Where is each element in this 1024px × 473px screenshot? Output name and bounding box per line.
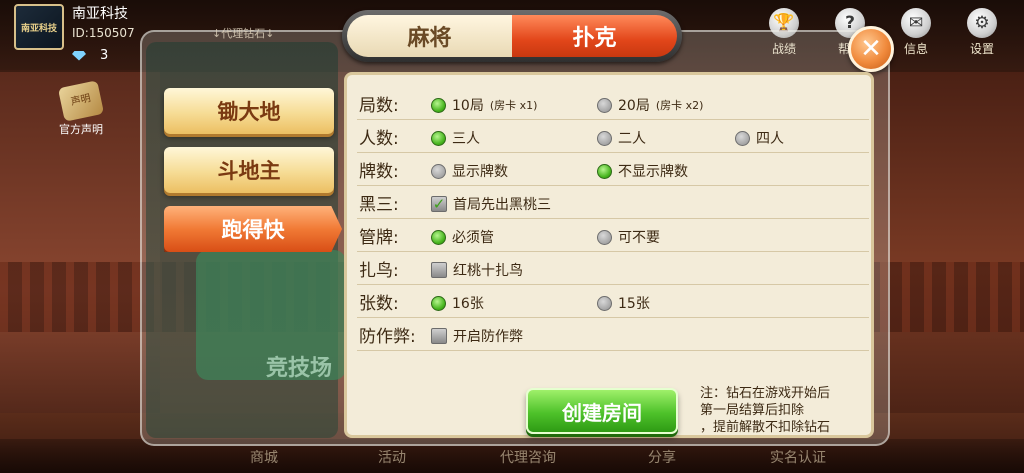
checkbox-empty[interactable] [431,328,447,344]
rounds-label: 局数: [359,96,399,116]
players-option-4[interactable]: 四人 [735,128,784,148]
hand-size-15[interactable]: 15张 [597,293,650,313]
rounds-option-10-note: (房卡 x1) [489,99,538,112]
black-three-option-label: 首局先出黑桃三 [453,197,551,213]
players-option-3-label: 三人 [452,131,480,147]
radio-selected[interactable] [597,163,612,179]
must-play-required[interactable]: 必须管 [431,227,494,247]
gear-icon: ⚙ [967,8,997,38]
black-three-checkbox[interactable]: ✓ 首局先出黑桃三 [431,194,551,214]
bird-option-label: 红桃十扎鸟 [453,263,523,279]
hand-size-16[interactable]: 16张 [431,293,484,313]
settings-button[interactable]: ⚙ 设置 [958,8,1006,57]
radio-unselected[interactable] [735,130,750,146]
anti-cheat-checkbox[interactable]: 开启防作弊 [431,326,523,346]
bird-checkbox[interactable]: 红桃十扎鸟 [431,260,523,280]
hand-size-label: 张数: [359,294,399,314]
user-name: 南亚科技 [72,6,128,22]
nav-shop[interactable]: 商城 [250,447,278,467]
players-option-2-label: 二人 [618,131,646,147]
nav-share[interactable]: 分享 [648,447,676,467]
message-label: 信息 [903,42,928,56]
scroll-icon: 声明 [57,80,105,122]
card-count-hide-label: 不显示牌数 [618,164,688,180]
radio-selected[interactable] [431,229,446,245]
must-play-label: 管牌: [359,228,399,248]
announcement-label: 官方声明 [59,123,103,136]
settings-row-card-count: 牌数: 显示牌数 不显示牌数 [357,153,869,186]
players-option-4-label: 四人 [756,131,784,147]
game-button-chudadi[interactable]: 锄大地 [164,88,334,134]
diamond-icon [72,50,86,61]
settings-row-anti-cheat: 防作弊: 开启防作弊 [357,318,869,351]
message-button[interactable]: ✉ 信息 [892,8,940,57]
create-room-button[interactable]: 创建房间 [526,388,678,434]
rounds-option-20-note: (房卡 x2) [655,99,704,112]
settings-label: 设置 [969,42,994,56]
must-play-required-label: 必须管 [452,230,494,246]
checkbox-empty[interactable] [431,262,447,278]
hand-size-15-label: 15张 [618,296,650,312]
checkmark-icon[interactable]: ✓ [431,196,447,212]
rounds-option-20[interactable]: 20局 (房卡 x2) [597,95,703,115]
settings-row-hand-size: 张数: 16张 15张 [357,285,869,318]
announcement-button[interactable]: 声明 官方声明 [56,80,106,137]
players-option-2[interactable]: 二人 [597,128,646,148]
settings-row-must-play: 管牌: 必须管 可不要 [357,219,869,252]
note-line-2: 第一局结算后扣除 [700,403,805,418]
rounds-option-20-label: 20局 [618,98,650,114]
card-count-show[interactable]: 显示牌数 [431,161,508,181]
black-three-label: 黑三: [359,195,399,215]
anti-cheat-option-label: 开启防作弊 [453,329,523,345]
hand-size-16-label: 16张 [452,296,484,312]
nav-agent[interactable]: 代理咨询 [500,447,556,467]
must-play-optional-label: 可不要 [618,230,660,246]
radio-unselected[interactable] [431,163,446,179]
room-settings-panel: 局数: 10局 (房卡 x1) 20局 (房卡 x2) 人数: 三人 二人 四人… [344,72,874,438]
players-option-3[interactable]: 三人 [431,128,480,148]
radio-selected[interactable] [431,97,446,113]
radio-unselected[interactable] [597,97,612,113]
settings-row-bird: 扎鸟: 红桃十扎鸟 [357,252,869,285]
note-line-1: 注：钻石在游戏开始后 [700,386,831,401]
rounds-option-10[interactable]: 10局 (房卡 x1) [431,95,537,115]
rounds-option-10-label: 10局 [452,98,484,114]
card-count-show-label: 显示牌数 [452,164,508,180]
must-play-optional[interactable]: 可不要 [597,227,660,247]
note-line-3: ，提前解散不扣除钻石 [700,420,831,435]
nav-events[interactable]: 活动 [378,447,406,467]
radio-unselected[interactable] [597,130,612,146]
anti-cheat-label: 防作弊: [359,327,416,347]
close-icon: ✕ [860,34,882,64]
game-button-paodekuai[interactable]: 跑得快 [164,206,342,252]
radio-unselected[interactable] [597,229,612,245]
players-label: 人数: [359,129,399,149]
close-button[interactable]: ✕ [848,26,894,72]
bird-label: 扎鸟: [359,261,399,281]
diamond-count: 3 [100,48,109,63]
tab-poker[interactable]: 扑克 [512,15,677,57]
nav-verify[interactable]: 实名认证 [770,447,826,467]
user-id: ID:150507 [72,26,135,40]
arena-decoration-text: 竞技场 [266,356,333,381]
diamond-balance: 3 [72,48,108,63]
card-count-hide[interactable]: 不显示牌数 [597,161,688,181]
agent-diamond-hint: ↓代理钻石↓ [212,27,275,40]
diamond-note: 注：钻石在游戏开始后 第一局结算后扣除 ，提前解散不扣除钻石 [700,385,870,436]
settings-row-rounds: 局数: 10局 (房卡 x1) 20局 (房卡 x2) [357,87,869,120]
avatar[interactable]: 南亚科技 [14,4,64,50]
tab-mahjong[interactable]: 麻将 [347,15,512,57]
settings-row-black-three: 黑三: ✓ 首局先出黑桃三 [357,186,869,219]
radio-selected[interactable] [431,295,446,311]
category-tabs: 麻将 扑克 [342,10,682,62]
card-count-label: 牌数: [359,162,399,182]
radio-selected[interactable] [431,130,446,146]
game-button-doudizhu[interactable]: 斗地主 [164,147,334,193]
settings-row-players: 人数: 三人 二人 四人 [357,120,869,153]
radio-unselected[interactable] [597,295,612,311]
mail-icon: ✉ [901,8,931,38]
